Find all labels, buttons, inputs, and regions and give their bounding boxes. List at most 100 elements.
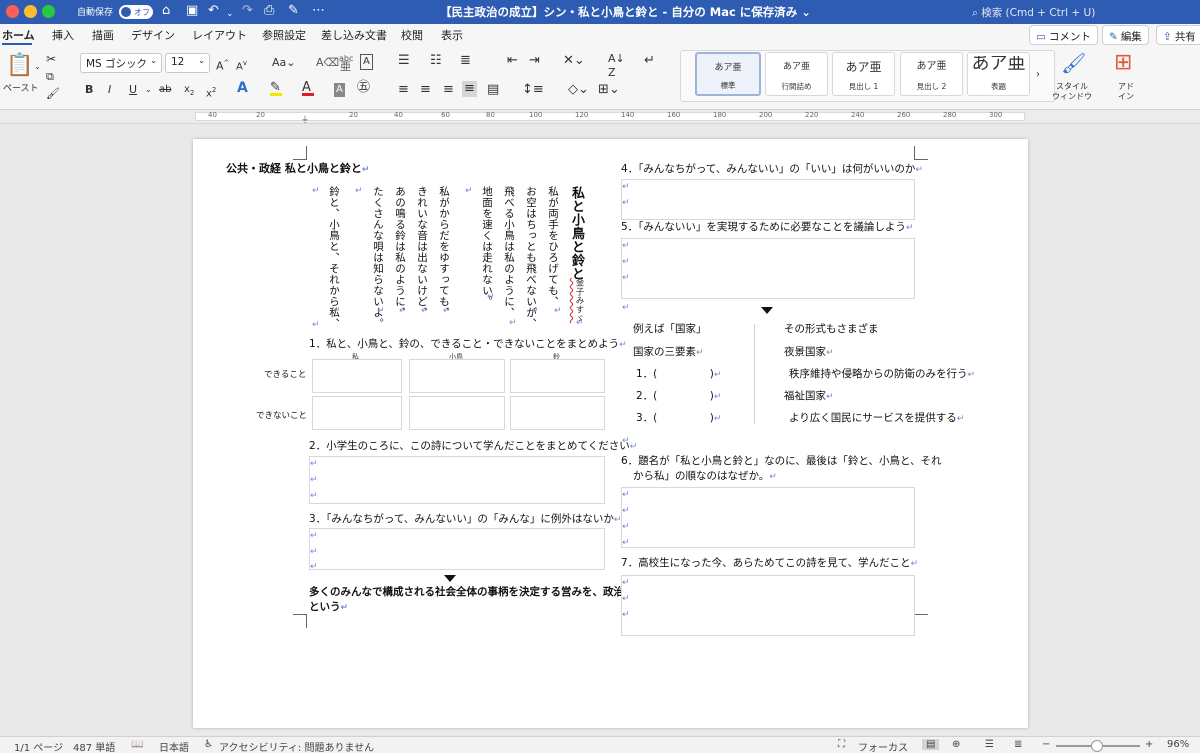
zoom-window-button[interactable] [42, 5, 55, 18]
tab-view[interactable]: 表示 [441, 27, 463, 43]
grow-font-icon[interactable]: A^ [216, 56, 229, 74]
show-formatting-icon[interactable]: ↵ [644, 54, 655, 68]
zoom-in-icon[interactable]: + [1145, 739, 1153, 750]
zoom-out-icon[interactable]: − [1042, 739, 1050, 750]
bold-icon[interactable]: B [85, 83, 93, 97]
paste-dropdown-icon[interactable]: ⌄ [34, 60, 41, 74]
zoom-slider-knob[interactable] [1091, 740, 1103, 752]
save-icon[interactable]: ▣ [186, 3, 198, 19]
sort-icon[interactable]: A↓ Z [608, 52, 625, 80]
tab-layout[interactable]: レイアウト [192, 27, 247, 43]
focus-label[interactable]: フォーカス [858, 739, 908, 753]
enclose-characters-icon[interactable]: ㊄ [357, 81, 370, 95]
align-center-icon[interactable]: ≡ [420, 83, 431, 97]
shading-icon[interactable]: ◇⌄ [568, 83, 589, 97]
web-layout-icon[interactable]: ⊕ [952, 739, 960, 750]
style-no-spacing[interactable]: あア亜 行間詰め [765, 52, 828, 96]
tab-draw[interactable]: 描画 [92, 27, 114, 43]
multilevel-list-icon[interactable]: ≣ [460, 54, 471, 68]
font-name-select[interactable]: MS ゴシック ⌄ [80, 53, 162, 73]
autosave-toggle[interactable]: オフ [119, 5, 153, 19]
proofing-icon[interactable]: 📖 [131, 739, 143, 750]
text-effects-icon[interactable]: A [237, 81, 248, 95]
answer-box-bird-can[interactable] [409, 359, 505, 393]
tab-design[interactable]: デザイン [131, 27, 175, 43]
zoom-level[interactable]: 96% [1167, 739, 1189, 750]
answer-box-q7[interactable] [621, 575, 915, 636]
addins-label[interactable]: アド イン [1108, 82, 1144, 102]
shrink-font-icon[interactable]: Av [236, 56, 247, 74]
styles-pane-label[interactable]: スタイル ウィンドウ [1047, 82, 1097, 102]
superscript-icon[interactable]: x2 [206, 83, 216, 101]
font-color-icon[interactable]: A [302, 81, 314, 96]
search-field[interactable]: ⌕ 検索 (Cmd + Ctrl + U) [972, 5, 1095, 20]
home-icon[interactable]: ⌂ [162, 3, 170, 19]
redo-icon[interactable]: ↷ [242, 3, 253, 19]
minimize-window-button[interactable] [24, 5, 37, 18]
answer-box-q6[interactable] [621, 487, 915, 548]
clear-formatting-icon[interactable]: A⌫ [316, 56, 339, 70]
distributed-icon[interactable]: ▤ [487, 83, 499, 97]
styles-more-icon[interactable]: › [1036, 68, 1040, 82]
italic-icon[interactable]: I [108, 83, 111, 97]
underline-dropdown-icon[interactable]: ⌄ [145, 83, 152, 97]
align-right-icon[interactable]: ≡ [443, 83, 454, 97]
change-case-icon[interactable]: Aa⌄ [272, 56, 295, 70]
answer-box-bell-can[interactable] [510, 359, 605, 393]
undo-dropdown-icon[interactable]: ⌄ [226, 6, 234, 22]
asian-layout-icon[interactable]: ✕⌄ [563, 54, 585, 68]
answer-box-q5[interactable] [621, 238, 915, 299]
tab-mailings[interactable]: 差し込み文書 [321, 27, 387, 43]
bullets-icon[interactable]: ☰ [398, 54, 410, 68]
answer-box-me-can[interactable] [312, 359, 402, 393]
underline-icon[interactable]: U [129, 83, 137, 97]
answer-box-bell-cannot[interactable] [510, 396, 605, 430]
format-painter-icon[interactable]: 🖌 [46, 87, 60, 101]
word-count[interactable]: 487 単語 [73, 739, 115, 753]
align-left-icon[interactable]: ≡ [398, 83, 409, 97]
indent-marker-icon[interactable]: ⏚ [301, 114, 309, 125]
comments-button[interactable]: ▭ コメント [1029, 25, 1098, 45]
addins-icon[interactable]: ⊞ [1114, 52, 1132, 74]
styles-pane-icon[interactable]: 🖌 [1061, 52, 1086, 74]
subscript-icon[interactable]: x2 [184, 83, 194, 100]
character-border-icon[interactable]: A [360, 54, 373, 70]
page-count[interactable]: 1/1 ページ [14, 739, 63, 753]
copy-icon[interactable]: ⧉ [46, 70, 54, 84]
editing-button[interactable]: ✎ 編集 [1102, 25, 1149, 45]
answer-box-q2[interactable] [309, 456, 605, 504]
answer-box-q4[interactable] [621, 179, 915, 220]
edit-icon[interactable]: ✎ [288, 3, 299, 19]
share-button[interactable]: ⇪ 共有 [1156, 25, 1200, 45]
tab-home[interactable]: ホーム [2, 27, 35, 43]
print-layout-icon[interactable]: ▤ [922, 739, 940, 750]
close-window-button[interactable] [6, 5, 19, 18]
character-shading-icon[interactable]: A [334, 83, 345, 97]
paste-label[interactable]: ペースト [3, 82, 39, 96]
justify-icon[interactable]: ≡ [462, 81, 477, 97]
answer-box-q3[interactable] [309, 528, 605, 570]
font-size-select[interactable]: 12 ⌄ [165, 53, 210, 73]
cut-icon[interactable]: ✂ [46, 52, 56, 66]
undo-icon[interactable]: ↶ [208, 3, 219, 19]
print-icon[interactable]: ⎙ [264, 3, 274, 19]
read-mode-icon[interactable]: ☰ [985, 739, 994, 750]
answer-box-bird-cannot[interactable] [409, 396, 505, 430]
phonetic-guide-a-icon[interactable]: 亜 [340, 60, 351, 74]
language[interactable]: 日本語 [159, 739, 189, 753]
accessibility-icon[interactable]: ♿ [204, 739, 213, 750]
style-title[interactable]: あア亜 表題 [967, 52, 1030, 96]
answer-box-me-cannot[interactable] [312, 396, 402, 430]
accessibility-status[interactable]: アクセシビリティ: 問題ありません [219, 739, 374, 753]
highlight-icon[interactable]: ✎ [270, 81, 282, 96]
decrease-indent-icon[interactable]: ⇤ [507, 54, 518, 68]
strikethrough-icon[interactable]: ab [159, 83, 171, 97]
tab-insert[interactable]: 挿入 [52, 27, 74, 43]
paste-icon[interactable]: 📋 [6, 54, 33, 78]
style-normal[interactable]: あア亜 標準 [695, 52, 761, 96]
line-spacing-icon[interactable]: ↕≡ [522, 83, 544, 97]
tab-review[interactable]: 校閲 [401, 27, 423, 43]
tab-references[interactable]: 参照設定 [262, 27, 306, 43]
horizontal-ruler[interactable]: 40 20 20 40 60 80 100 120 140 160 180 20… [0, 110, 1200, 124]
more-icon[interactable]: ⋯ [312, 3, 325, 19]
